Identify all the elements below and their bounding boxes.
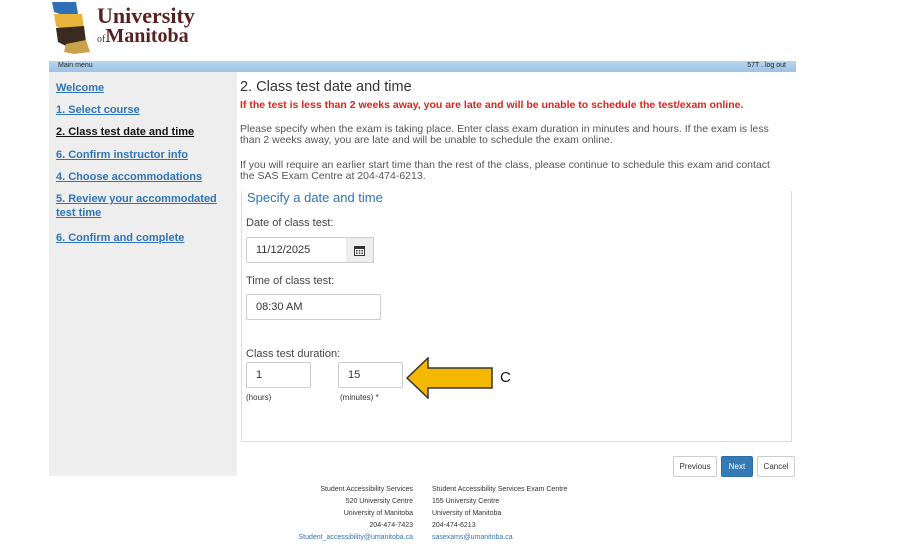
main-menu-bar: Main menu 57T . log out [49, 61, 796, 72]
minutes-caption-text: (minutes) [340, 393, 374, 402]
sidebar-item-class-test-date[interactable]: 2. Class test date and time [56, 125, 194, 139]
user-area: 57T . log out [747, 62, 786, 69]
time-label: Time of class test: [246, 275, 335, 287]
instructions-line: than 2 weeks away, you are late and will… [240, 134, 613, 146]
calendar-button[interactable] [346, 237, 374, 263]
calendar-icon [354, 245, 365, 256]
footer-line: University of Manitoba [432, 510, 502, 517]
date-input[interactable] [246, 237, 347, 263]
footer-sas-contact: Student Accessibility Services 520 Unive… [298, 484, 413, 544]
user-id: 57T [747, 62, 760, 69]
page-title: 2. Class test date and time [240, 79, 412, 95]
instructions-paragraph: Please specify when the exam is taking p… [240, 124, 792, 146]
footer-line: 155 University Centre [432, 498, 500, 505]
minutes-input[interactable] [338, 362, 403, 388]
time-input[interactable] [246, 294, 381, 320]
footer-line: 204-474-7423 [369, 522, 413, 529]
logout-link[interactable]: log out [765, 62, 786, 69]
footer-email-link[interactable]: sasexams@umanitoba.ca [432, 532, 567, 544]
sidebar-item-label: test time [56, 207, 102, 219]
footer-exam-centre-contact: Student Accessibility Services Exam Cent… [432, 484, 567, 544]
brand-line2: Manitoba [105, 25, 189, 47]
sidebar-item-welcome[interactable]: Welcome [56, 81, 104, 95]
sidebar-item-review-test-time[interactable]: 5. Review your accommodated test time [56, 192, 217, 220]
late-warning: If the test is less than 2 weeks away, y… [240, 99, 744, 111]
panel-title: Specify a date and time [247, 190, 383, 205]
annotation-label: C [500, 369, 511, 386]
sidebar-item-select-course[interactable]: 1. Select course [56, 103, 140, 117]
university-name: University ofManitoba [97, 3, 195, 50]
footer-line: 204-474-6213 [432, 522, 476, 529]
contact-line: the SAS Exam Centre at 204-474-6213. [240, 170, 426, 182]
footer-line: University of Manitoba [343, 510, 413, 517]
previous-button[interactable]: Previous [673, 456, 717, 477]
hours-input[interactable] [246, 362, 311, 388]
main-menu-label[interactable]: Main menu [58, 62, 93, 69]
sidebar-item-confirm-instructor[interactable]: 6. Confirm instructor info [56, 148, 188, 162]
cancel-button[interactable]: Cancel [757, 456, 795, 477]
sidebar-item-choose-accommodations[interactable]: 4. Choose accommodations [56, 170, 202, 184]
sidebar-item-label: 5. Review your accommodated [56, 193, 217, 205]
footer-email-link[interactable]: Student_accessibility@umanitoba.ca [298, 532, 413, 544]
footer-line: Student Accessibility Services [320, 486, 413, 493]
hours-caption: (hours) [246, 393, 272, 402]
duration-label: Class test duration: [246, 348, 341, 360]
minutes-caption: (minutes) * [340, 393, 379, 402]
footer-line: Student Accessibility Services Exam Cent… [432, 486, 568, 493]
footer-line: 520 University Centre [345, 498, 413, 505]
required-mark: * [375, 393, 379, 402]
contact-paragraph: If you will require an earlier start tim… [240, 160, 792, 182]
next-button[interactable]: Next [721, 456, 753, 477]
brand-line1: University [97, 3, 195, 28]
sidebar-item-confirm-complete[interactable]: 6. Confirm and complete [56, 231, 184, 245]
annotation-arrow [406, 357, 493, 399]
date-label: Date of class test: [246, 217, 334, 229]
